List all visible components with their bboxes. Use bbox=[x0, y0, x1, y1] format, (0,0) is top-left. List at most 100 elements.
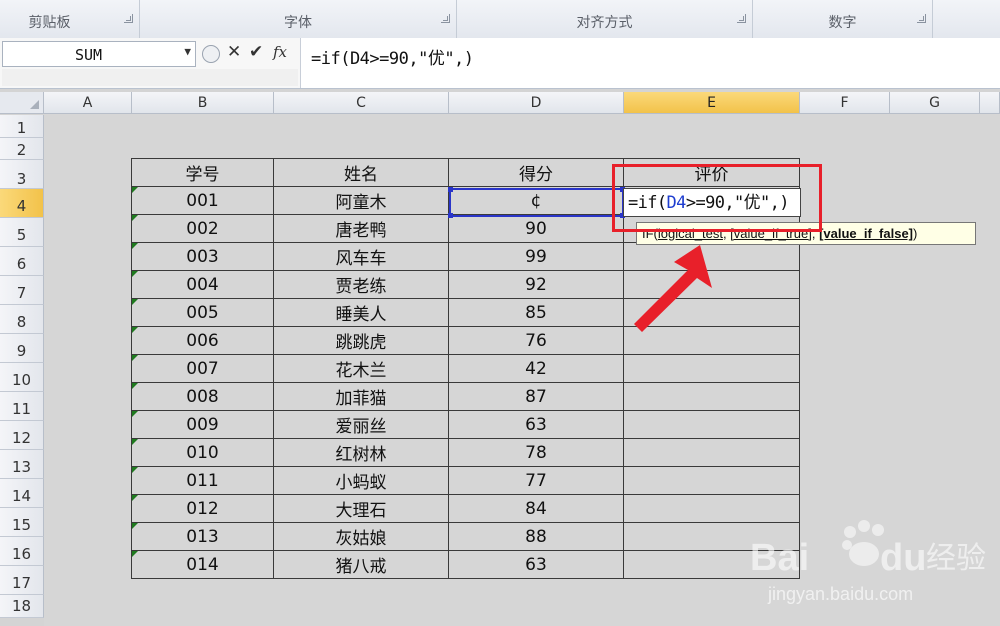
row-header-14[interactable]: 14 bbox=[0, 479, 44, 508]
cell-student-id[interactable]: 012 bbox=[131, 494, 274, 523]
cell-student-id[interactable]: 013 bbox=[131, 522, 274, 551]
cell-name[interactable]: 花木兰 bbox=[273, 354, 449, 383]
cell-rating[interactable] bbox=[623, 382, 800, 411]
formula-input[interactable]: =if(D4>=90,"优",) bbox=[300, 38, 1000, 88]
cell-score[interactable]: 63 bbox=[448, 410, 624, 439]
cell-rating[interactable] bbox=[623, 438, 800, 467]
cell-score[interactable]: 78 bbox=[448, 438, 624, 467]
insert-function-button[interactable]: fx bbox=[273, 43, 287, 61]
cell-student-id[interactable]: 010 bbox=[131, 438, 274, 467]
cell-student-id[interactable]: 002 bbox=[131, 214, 274, 243]
chevron-down-icon[interactable]: ▼ bbox=[184, 45, 191, 58]
cell-score[interactable]: 87 bbox=[448, 382, 624, 411]
header-cell-student-id[interactable]: 学号 bbox=[131, 158, 274, 187]
cell-name[interactable]: 灰姑娘 bbox=[273, 522, 449, 551]
ribbon-group-number: 数字 bbox=[753, 0, 933, 38]
row-header-17[interactable]: 17 bbox=[0, 566, 44, 595]
cell-score[interactable]: 77 bbox=[448, 466, 624, 495]
row-header-13[interactable]: 13 bbox=[0, 450, 44, 479]
text-number-indicator-icon bbox=[132, 495, 138, 501]
cell-name[interactable]: 唐老鸭 bbox=[273, 214, 449, 243]
tooltip-arg-value-if-false[interactable]: [value_if_false] bbox=[819, 226, 913, 241]
row-header-2[interactable]: 2 bbox=[0, 138, 44, 160]
row-header-6[interactable]: 6 bbox=[0, 247, 44, 276]
cell-student-id[interactable]: 007 bbox=[131, 354, 274, 383]
dialog-launcher-icon[interactable] bbox=[124, 14, 133, 23]
cell-name[interactable]: 爱丽丝 bbox=[273, 410, 449, 439]
header-cell-score[interactable]: 得分 bbox=[448, 158, 624, 187]
enter-icon[interactable]: ✔ bbox=[249, 42, 263, 62]
dialog-launcher-icon[interactable] bbox=[737, 14, 746, 23]
cell-student-id[interactable]: 004 bbox=[131, 270, 274, 299]
cell-score[interactable]: 92 bbox=[448, 270, 624, 299]
cell-score[interactable]: 88 bbox=[448, 522, 624, 551]
cell-score[interactable]: 90 bbox=[448, 214, 624, 243]
cell-score[interactable]: 99 bbox=[448, 242, 624, 271]
ribbon-label-alignment: 对齐方式 bbox=[576, 15, 633, 31]
header-cell-name[interactable]: 姓名 bbox=[273, 158, 449, 187]
row-header-1[interactable]: 1 bbox=[0, 115, 44, 138]
expand-icon[interactable] bbox=[202, 45, 220, 63]
column-header-e[interactable]: E bbox=[624, 92, 800, 114]
row-header-18[interactable]: 18 bbox=[0, 595, 44, 618]
cell-name[interactable]: 贾老练 bbox=[273, 270, 449, 299]
row-header-4[interactable]: 4 bbox=[0, 189, 44, 218]
cell-student-id[interactable]: 014 bbox=[131, 550, 274, 579]
cell-name[interactable]: 红树林 bbox=[273, 438, 449, 467]
row-header-7[interactable]: 7 bbox=[0, 276, 44, 305]
cell-score[interactable]: 63 bbox=[448, 550, 624, 579]
cell-name[interactable]: 加菲猫 bbox=[273, 382, 449, 411]
cell-name[interactable]: 小蚂蚁 bbox=[273, 466, 449, 495]
select-all-button[interactable] bbox=[0, 92, 44, 114]
cancel-icon[interactable]: ✕ bbox=[227, 42, 241, 62]
cell-student-id[interactable]: 001 bbox=[131, 186, 274, 215]
cell-student-id[interactable]: 011 bbox=[131, 466, 274, 495]
row-header-8[interactable]: 8 bbox=[0, 305, 44, 334]
dialog-launcher-icon[interactable] bbox=[441, 14, 450, 23]
selection-handle[interactable] bbox=[448, 187, 453, 192]
ribbon-group-font: 字体 bbox=[140, 0, 457, 38]
column-header-d[interactable]: D bbox=[449, 92, 624, 114]
column-header-h[interactable] bbox=[980, 92, 1000, 114]
row-header-3[interactable]: 3 bbox=[0, 160, 44, 189]
cell-name[interactable]: 风车车 bbox=[273, 242, 449, 271]
cell-name[interactable]: 睡美人 bbox=[273, 298, 449, 327]
row-header-5[interactable]: 5 bbox=[0, 218, 44, 247]
column-header-g[interactable]: G bbox=[890, 92, 980, 114]
cell-rating[interactable] bbox=[623, 410, 800, 439]
cell-score-value: 92 bbox=[525, 274, 547, 295]
row-header-12[interactable]: 12 bbox=[0, 421, 44, 450]
selection-handle[interactable] bbox=[448, 213, 453, 218]
column-header-b[interactable]: B bbox=[132, 92, 274, 114]
column-header-c[interactable]: C bbox=[274, 92, 449, 114]
cell-name[interactable]: 大理石 bbox=[273, 494, 449, 523]
row-header-10[interactable]: 10 bbox=[0, 363, 44, 392]
text-number-indicator-icon bbox=[132, 355, 138, 361]
active-cell-selection[interactable] bbox=[448, 187, 625, 218]
cell-score[interactable]: 76 bbox=[448, 326, 624, 355]
cell-score[interactable]: 42 bbox=[448, 354, 624, 383]
cell-rating[interactable] bbox=[623, 466, 800, 495]
cell-student-id[interactable]: 008 bbox=[131, 382, 274, 411]
cell-student-id[interactable]: 009 bbox=[131, 410, 274, 439]
cell-name[interactable]: 猪八戒 bbox=[273, 550, 449, 579]
cell-name[interactable]: 阿童木 bbox=[273, 186, 449, 215]
row-header-9[interactable]: 9 bbox=[0, 334, 44, 363]
table-row: 007 花木兰 42 bbox=[131, 354, 800, 383]
row-header-16[interactable]: 16 bbox=[0, 537, 44, 566]
column-header-f[interactable]: F bbox=[800, 92, 890, 114]
cell-rating[interactable] bbox=[623, 354, 800, 383]
name-box[interactable]: SUM ▼ bbox=[2, 41, 196, 67]
cell-score[interactable]: 85 bbox=[448, 298, 624, 327]
cell-name[interactable]: 跳跳虎 bbox=[273, 326, 449, 355]
column-header-a[interactable]: A bbox=[44, 92, 132, 114]
cell-name-value: 加菲猫 bbox=[335, 389, 387, 409]
cell-student-id[interactable]: 005 bbox=[131, 298, 274, 327]
row-header-11[interactable]: 11 bbox=[0, 392, 44, 421]
row-header-15[interactable]: 15 bbox=[0, 508, 44, 537]
table-row: 011 小蚂蚁 77 bbox=[131, 466, 800, 495]
cell-student-id[interactable]: 006 bbox=[131, 326, 274, 355]
cell-score[interactable]: 84 bbox=[448, 494, 624, 523]
cell-student-id[interactable]: 003 bbox=[131, 242, 274, 271]
dialog-launcher-icon[interactable] bbox=[917, 14, 926, 23]
